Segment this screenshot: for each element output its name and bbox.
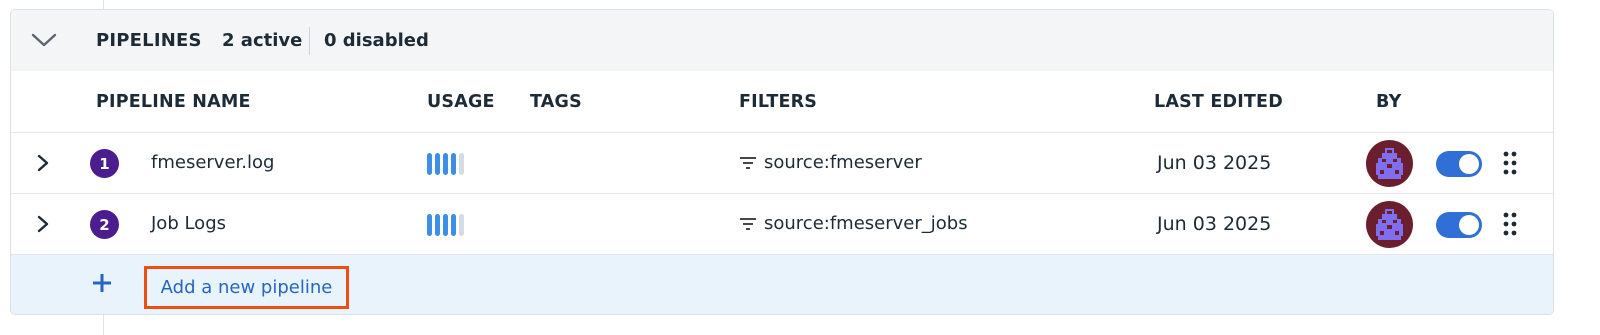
pipelines-title: PIPELINES (96, 30, 202, 51)
plus-icon[interactable] (91, 272, 113, 294)
filter-query: source:fmeserver_jobs (764, 213, 968, 234)
column-by: BY (1376, 92, 1402, 112)
pipeline-name[interactable]: fmeserver.log (151, 152, 274, 173)
pipelines-group-header: PIPELINES 2 active 0 disabled (11, 10, 1553, 71)
disabled-count: 0 disabled (324, 30, 429, 51)
filter-query: source:fmeserver (764, 152, 922, 173)
pipeline-row[interactable]: 2 Job Logs source:fmeserver_jobs Jun 03 … (11, 194, 1553, 255)
pipeline-index-badge: 2 (90, 210, 119, 239)
pipeline-enable-toggle[interactable] (1436, 151, 1482, 177)
usage-meter (427, 214, 464, 236)
pixel-avatar-icon (1366, 201, 1413, 248)
last-edited-date: Jun 03 2025 (1157, 213, 1272, 235)
pipeline-filter: source:fmeserver (739, 152, 922, 173)
drag-handle-icon[interactable] (1501, 150, 1519, 176)
pipelines-panel: PIPELINES 2 active 0 disabled PIPELINE N… (10, 9, 1554, 315)
chevron-right-icon[interactable] (33, 212, 53, 236)
column-usage: USAGE (427, 92, 495, 112)
pipeline-row[interactable]: 1 fmeserver.log source:fmeserver Jun 03 … (11, 133, 1553, 194)
chevron-down-icon[interactable] (29, 28, 59, 52)
pipeline-index-badge: 1 (90, 149, 119, 178)
last-edited-date: Jun 03 2025 (1157, 152, 1272, 174)
count-divider (309, 27, 310, 55)
filter-icon (740, 217, 756, 230)
pixel-avatar-icon (1366, 140, 1413, 187)
pipeline-filter: source:fmeserver_jobs (739, 213, 968, 234)
usage-meter (427, 153, 464, 175)
column-filters: FILTERS (739, 92, 818, 112)
filter-icon (740, 156, 756, 169)
add-new-pipeline-link[interactable]: Add a new pipeline (144, 266, 349, 309)
column-tags: TAGS (530, 92, 582, 112)
chevron-right-icon[interactable] (33, 151, 53, 175)
pipeline-name[interactable]: Job Logs (151, 213, 226, 234)
column-pipeline-name: PIPELINE NAME (96, 92, 251, 112)
active-count: 2 active (222, 30, 303, 51)
add-pipeline-row: Add a new pipeline (11, 255, 1553, 314)
drag-handle-icon[interactable] (1501, 211, 1519, 237)
pipeline-enable-toggle[interactable] (1436, 212, 1482, 238)
column-last-edited: LAST EDITED (1154, 92, 1283, 112)
column-header-row: PIPELINE NAME USAGE TAGS FILTERS LAST ED… (11, 71, 1553, 133)
